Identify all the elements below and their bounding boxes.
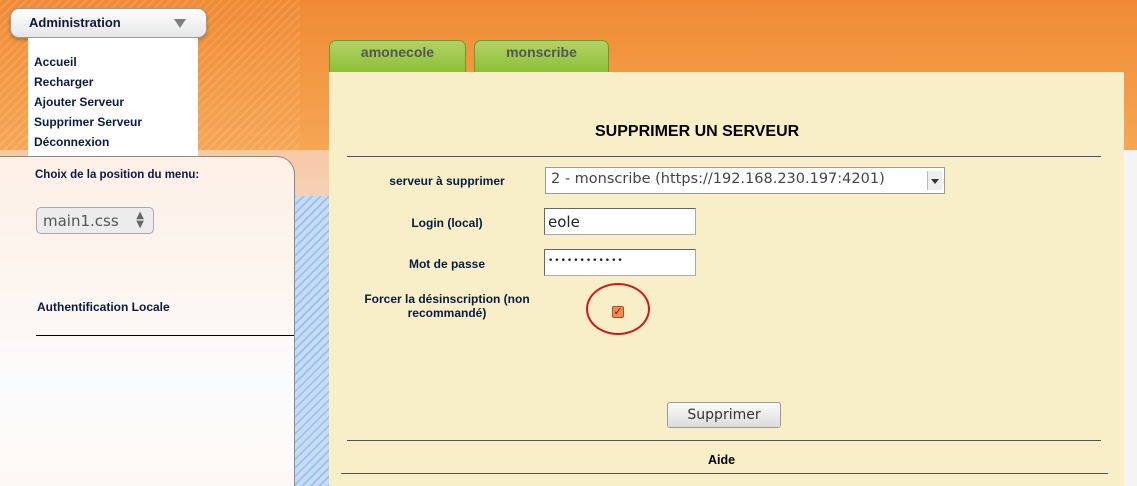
login-label: Login (local) [411, 216, 483, 230]
administration-menu-toggle[interactable]: Administration [10, 8, 207, 38]
decorative-stripe [294, 196, 334, 486]
password-label: Mot de passe [408, 257, 486, 271]
server-select-label: serveur à supprimer [389, 174, 505, 188]
supprimer-button[interactable]: Supprimer [667, 402, 781, 428]
menu-css-select[interactable]: main1.css ▲ ▼ [36, 207, 154, 234]
force-unsubscribe-label: Forcer la désinscription (non recommandé… [364, 292, 530, 320]
menu-css-select-value: main1.css [43, 212, 119, 230]
tab-monscribe[interactable]: monscribe [474, 40, 609, 72]
footer-divider-bottom [341, 473, 1108, 474]
menu-position-panel [0, 156, 295, 486]
menu-item-recharger[interactable]: Recharger [34, 72, 142, 92]
auth-divider [36, 335, 294, 336]
menu-item-deconnexion[interactable]: Déconnexion [34, 132, 142, 152]
spinner-arrows-icon: ▲ ▼ [136, 210, 144, 230]
menu-position-label: Choix de la position du menu: [35, 169, 200, 181]
page-title: SUPPRIMER UN SERVEUR [595, 123, 800, 140]
tab-amonecole[interactable]: amonecole [329, 40, 466, 72]
help-link[interactable]: Aide [708, 453, 735, 467]
menu-item-supprimer-serveur[interactable]: Supprimer Serveur [34, 112, 142, 132]
auth-local-label[interactable]: Authentification Locale [37, 300, 217, 314]
admin-menu: Accueil Recharger Ajouter Serveur Suppri… [28, 38, 198, 156]
menu-item-ajouter-serveur[interactable]: Ajouter Serveur [34, 92, 142, 112]
server-select-value: 2 - monscribe (https://192.168.230.197:4… [551, 171, 885, 187]
login-field[interactable] [544, 208, 696, 235]
footer-divider-top [347, 440, 1101, 441]
highlight-circle [586, 283, 650, 335]
password-field[interactable]: •••••••••••• [544, 249, 696, 276]
administration-label: Administration [29, 15, 121, 30]
title-divider [347, 156, 1101, 157]
menu-item-accueil[interactable]: Accueil [34, 52, 142, 72]
chevron-down-icon[interactable] [174, 19, 186, 28]
dropdown-arrow-icon [927, 171, 942, 190]
server-select[interactable]: 2 - monscribe (https://192.168.230.197:4… [545, 167, 945, 194]
